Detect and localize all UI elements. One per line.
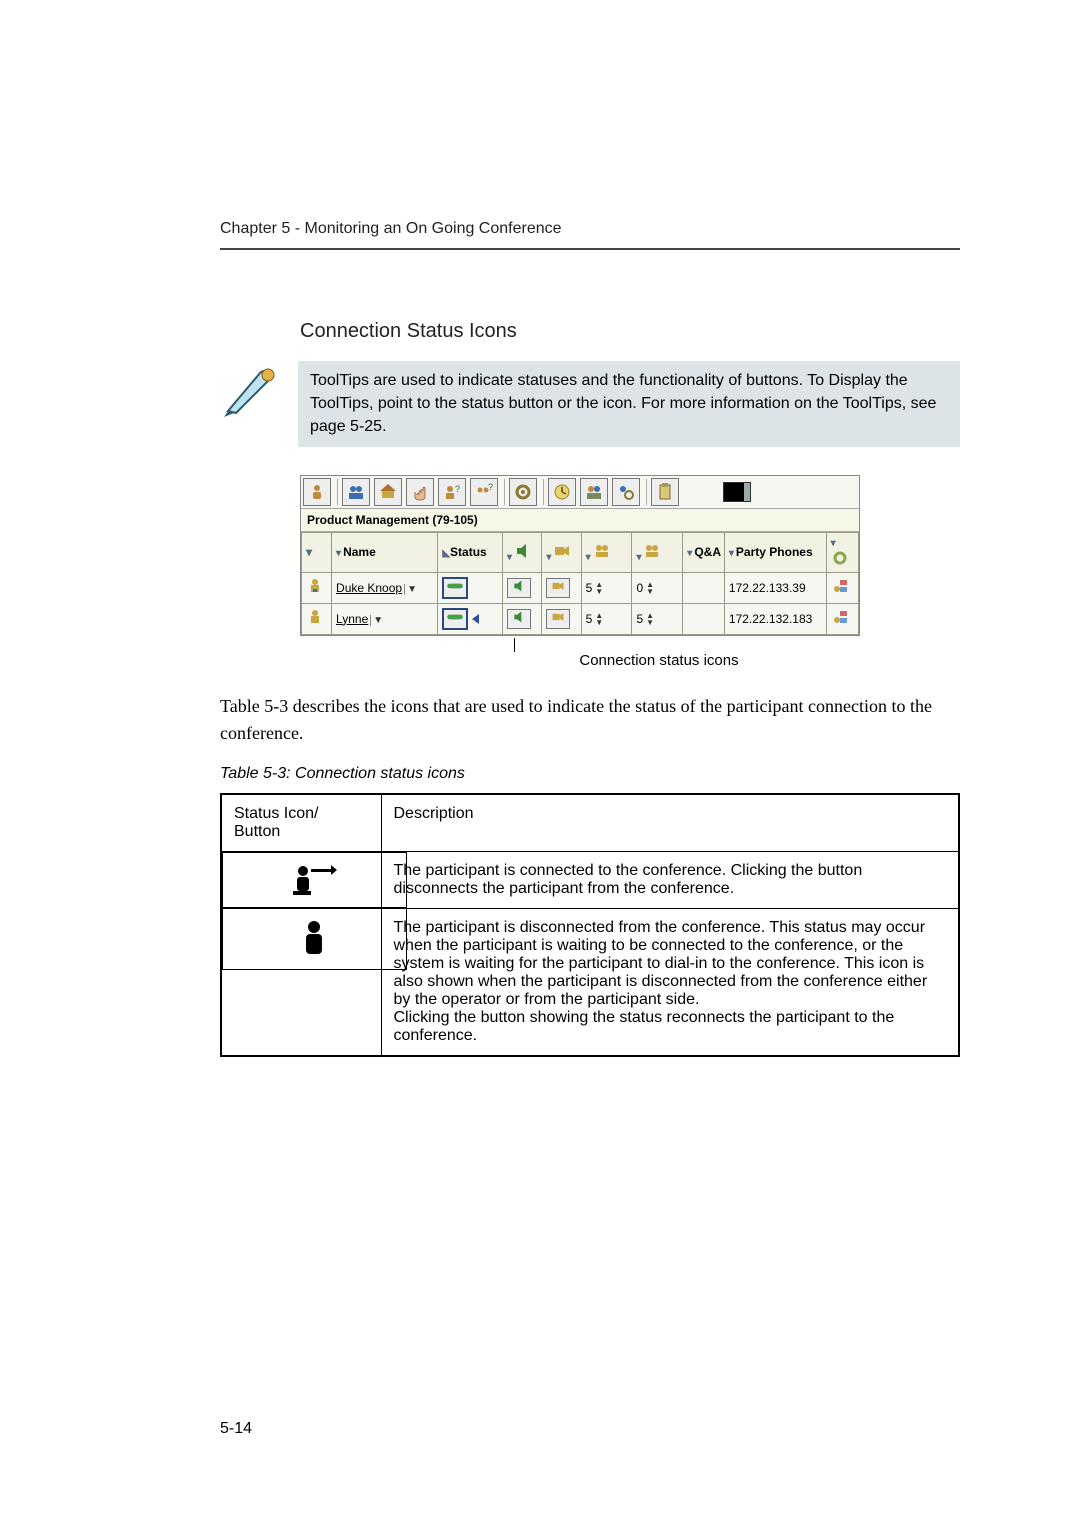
lock-icon: [306, 584, 324, 598]
section-title: Connection Status Icons: [300, 320, 960, 343]
party-phone-cell: 172.22.132.183: [724, 603, 826, 634]
col-group1[interactable]: [581, 532, 632, 572]
home-icon[interactable]: [374, 478, 402, 506]
horizontal-rule: [220, 248, 960, 250]
table-desc-cell: The participant is disconnected from the…: [381, 908, 959, 1056]
video-button[interactable]: [546, 609, 570, 629]
svg-text:?: ?: [488, 482, 493, 492]
note-icon: [220, 361, 280, 421]
status-connected-button[interactable]: [442, 577, 468, 599]
row-settings-icon[interactable]: [831, 615, 849, 629]
gear-group-icon[interactable]: [509, 478, 537, 506]
note-text: ToolTips are used to indicate statuses a…: [298, 361, 960, 447]
participants-table: ▾ Name ◣Status Q&A Party Phones Duke Kno…: [301, 532, 859, 635]
participant-name-link[interactable]: Duke Knoop: [336, 581, 402, 595]
people-alt-icon[interactable]: [580, 478, 608, 506]
question-users-icon[interactable]: ?: [470, 478, 498, 506]
col-audio[interactable]: [503, 532, 542, 572]
color-swatch[interactable]: [723, 482, 751, 502]
status-indicator-icon: [472, 614, 479, 624]
table-desc-cell: The participant is connected to the conf…: [381, 851, 959, 908]
col-status[interactable]: ◣Status: [438, 532, 503, 572]
table-caption: Table 5-3: Connection status icons: [220, 765, 960, 783]
qa-spinner[interactable]: 5▲▼: [586, 581, 604, 595]
audio-button[interactable]: [507, 578, 531, 598]
conference-title: Product Management (79-105): [301, 509, 859, 532]
table-row: Duke Knoop▼ 5▲▼ 0▲▼ 172.22.133.39: [302, 572, 859, 603]
video-button[interactable]: [546, 578, 570, 598]
col-video[interactable]: [542, 532, 581, 572]
qa-spinner[interactable]: 5▲▼: [586, 612, 604, 626]
table-head-icon: Status Icon/ Button: [221, 794, 381, 852]
group-icon[interactable]: [342, 478, 370, 506]
status-icons-table: Status Icon/ Button Description The part…: [220, 793, 960, 1057]
participant-single-icon[interactable]: [303, 478, 331, 506]
hand-icon[interactable]: [406, 478, 434, 506]
page-number: 5-14: [220, 1420, 252, 1438]
count-spinner[interactable]: 5▲▼: [636, 612, 654, 626]
count-spinner[interactable]: 0▲▼: [636, 581, 654, 595]
audio-button[interactable]: [507, 609, 531, 629]
settings-group-icon[interactable]: [612, 478, 640, 506]
col-party-phones[interactable]: Party Phones: [724, 532, 826, 572]
col-name[interactable]: Name: [332, 532, 438, 572]
dropdown-icon[interactable]: ▼: [404, 584, 419, 595]
participant-panel: ? ? Product Management (79-105): [300, 475, 860, 636]
question-user-icon[interactable]: ?: [438, 478, 466, 506]
user-icon: [306, 615, 324, 629]
panel-toolbar: ? ?: [301, 476, 859, 509]
chapter-heading: Chapter 5 - Monitoring an On Going Confe…: [220, 220, 960, 238]
svg-text:?: ?: [455, 484, 460, 494]
status-connected-button[interactable]: [442, 608, 468, 630]
dropdown-icon[interactable]: ▼: [370, 615, 385, 626]
party-phone-cell: 172.22.133.39: [724, 572, 826, 603]
row-settings-icon[interactable]: [831, 584, 849, 598]
table-row: Lynne▼ 5▲▼ 5▲▼ 172.22.132.183: [302, 603, 859, 634]
col-sort[interactable]: ▾: [302, 532, 332, 572]
col-qa[interactable]: Q&A: [683, 532, 725, 572]
clipboard-icon[interactable]: [651, 478, 679, 506]
connected-status-icon: [222, 852, 407, 908]
col-settings[interactable]: [826, 532, 858, 572]
panel-caption: Connection status icons: [380, 652, 938, 669]
participant-name-link[interactable]: Lynne: [336, 612, 368, 626]
body-paragraph: Table 5-3 describes the icons that are u…: [220, 693, 960, 747]
col-group2[interactable]: [632, 532, 683, 572]
table-head-desc: Description: [381, 794, 959, 852]
clock-icon[interactable]: [548, 478, 576, 506]
disconnected-status-icon: [222, 908, 407, 970]
